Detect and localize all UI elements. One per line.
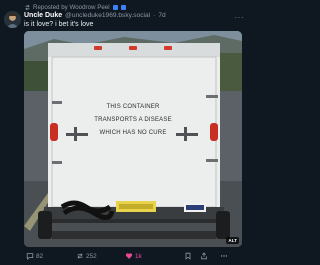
share-icon bbox=[201, 252, 207, 260]
post-actions: 82 252 1k bbox=[24, 250, 242, 262]
verified-badge-icon-2 bbox=[120, 5, 126, 10]
more-icon bbox=[220, 255, 228, 257]
bookmark-button[interactable] bbox=[184, 252, 192, 260]
sign-line-2: TRANSPORTS A DISEASE bbox=[94, 117, 172, 123]
heart-icon bbox=[125, 253, 133, 259]
trailer-sign-text: THIS CONTAINER TRANSPORTS A DISEASE WHIC… bbox=[90, 101, 176, 140]
alt-text-badge[interactable]: ALT bbox=[226, 237, 239, 244]
avatar[interactable] bbox=[4, 11, 21, 28]
repost-count: 252 bbox=[86, 252, 97, 260]
repost-icon bbox=[24, 4, 31, 11]
reply-button[interactable]: 82 bbox=[26, 252, 43, 260]
verified-badge-icon bbox=[112, 5, 118, 10]
repost-button[interactable]: 252 bbox=[76, 252, 97, 260]
like-count: 1k bbox=[135, 252, 142, 260]
author-handle[interactable]: @uncleduke1969.bsky.social bbox=[65, 12, 150, 19]
reply-count: 82 bbox=[36, 252, 44, 260]
author-display-name[interactable]: Uncle Duke bbox=[24, 12, 62, 19]
bookmark-icon bbox=[185, 252, 191, 260]
repost-action-icon bbox=[77, 253, 83, 259]
post-image[interactable]: THIS CONTAINER TRANSPORTS A DISEASE WHIC… bbox=[24, 31, 242, 247]
post-card[interactable]: Reposted by Woodrow Peel Uncle Duke @unc… bbox=[0, 0, 250, 265]
post-time[interactable]: 7d bbox=[158, 12, 165, 19]
post-text: is it love? i bet it's love bbox=[24, 21, 94, 28]
more-options-icon[interactable]: ··· bbox=[235, 13, 245, 22]
sign-line-3: WHICH HAS NO CURE bbox=[99, 130, 167, 136]
post-header: Uncle Duke @uncleduke1969.bsky.social · … bbox=[24, 11, 166, 20]
more-button[interactable] bbox=[220, 252, 228, 260]
repost-text: Reposted by Woodrow Peel bbox=[33, 4, 110, 11]
share-button[interactable] bbox=[200, 252, 208, 260]
sign-line-1: THIS CONTAINER bbox=[106, 104, 160, 110]
reply-icon bbox=[26, 253, 34, 260]
separator: · bbox=[153, 12, 156, 19]
like-button[interactable]: 1k bbox=[125, 252, 142, 260]
